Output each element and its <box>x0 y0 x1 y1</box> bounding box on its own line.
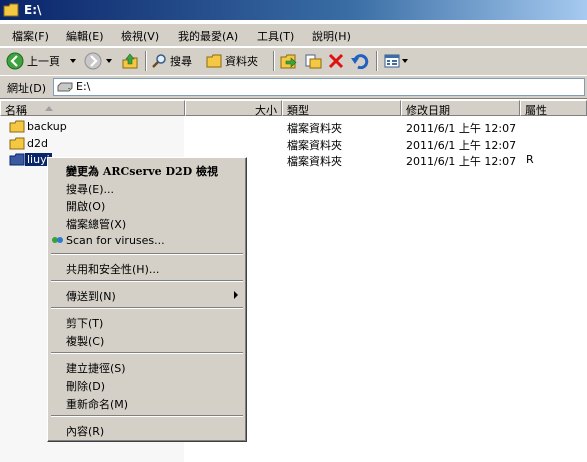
chevron-down-icon <box>70 59 76 63</box>
chevron-down-icon <box>402 59 408 63</box>
menu-separator <box>51 415 243 417</box>
menu-item-scan-viruses[interactable]: Scan for viruses... <box>66 234 165 247</box>
search-label: 搜尋 <box>170 55 192 68</box>
file-type: 檔案資料夾 <box>287 155 342 168</box>
move-to-button[interactable] <box>280 51 298 71</box>
move-to-folder-icon <box>280 54 297 69</box>
forward-arrow-icon <box>84 52 102 70</box>
menu-item-d2d-view[interactable]: 變更為 ARCserve D2D 檢視 <box>66 163 218 179</box>
views-button[interactable] <box>384 51 408 71</box>
file-modified: 2011/6/1 上午 12:07 <box>406 155 517 168</box>
menu-item-sharing[interactable]: 共用和安全性(H)... <box>66 261 159 277</box>
file-modified: 2011/6/1 上午 12:07 <box>406 139 517 152</box>
up-folder-icon <box>122 53 138 69</box>
up-folder-button[interactable] <box>121 51 139 71</box>
toolbar-separator <box>273 51 275 71</box>
copy-to-folder-icon <box>305 54 322 69</box>
menu-item-open[interactable]: 開啟(O) <box>66 198 105 214</box>
file-name: d2d <box>27 137 48 150</box>
column-header-size[interactable]: 大小 <box>185 100 282 117</box>
menu-view[interactable]: 檢視(V) <box>121 28 159 44</box>
context-menu: 變更為 ARCserve D2D 檢視 搜尋(E)... 開啟(O) 檔案總管(… <box>47 157 247 442</box>
search-icon <box>152 54 166 68</box>
column-modified-label: 修改日期 <box>406 104 450 117</box>
toolbar: 上一頁 搜尋 資料夾 <box>0 47 587 76</box>
drive-icon <box>57 82 73 92</box>
menu-separator <box>51 307 243 309</box>
undo-button[interactable] <box>351 51 369 71</box>
views-icon <box>384 54 400 68</box>
menu-item-rename[interactable]: 重新命名(M) <box>66 396 128 412</box>
undo-icon <box>351 54 369 69</box>
back-label: 上一頁 <box>27 55 60 68</box>
back-button[interactable]: 上一頁 <box>6 51 60 71</box>
column-size-label: 大小 <box>255 104 277 117</box>
delete-button[interactable] <box>328 51 344 71</box>
menu-item-properties[interactable]: 內容(R) <box>66 423 104 439</box>
folder-icon <box>9 153 25 166</box>
column-headers: 名稱 大小 類型 修改日期 屬性 <box>0 100 587 117</box>
column-type-label: 類型 <box>287 104 309 117</box>
address-label: 網址(D) <box>7 82 47 95</box>
column-header-modified[interactable]: 修改日期 <box>401 100 520 117</box>
file-row[interactable]: backup 檔案資料夾 2011/6/1 上午 12:07 <box>0 119 587 135</box>
menu-separator <box>51 280 243 282</box>
menu-bar: 檔案(F) 編輯(E) 檢視(V) 我的最愛(A) 工具(T) 說明(H) <box>0 24 587 47</box>
column-attributes-label: 屬性 <box>525 104 547 117</box>
folder-icon <box>3 3 19 17</box>
window-title: E:\ <box>24 3 42 17</box>
toolbar-separator <box>376 51 378 71</box>
address-input[interactable]: E:\ <box>53 78 585 96</box>
menu-item-explore[interactable]: 檔案總管(X) <box>66 216 126 232</box>
address-bar: 網址(D) E:\ <box>0 75 587 99</box>
column-header-type[interactable]: 類型 <box>282 100 401 117</box>
menu-file[interactable]: 檔案(F) <box>12 28 49 44</box>
menu-item-create-shortcut[interactable]: 建立捷徑(S) <box>66 360 126 376</box>
menu-help[interactable]: 說明(H) <box>312 28 351 44</box>
menu-edit[interactable]: 編輯(E) <box>66 28 104 44</box>
folder-icon <box>9 120 25 133</box>
file-name: backup <box>27 120 67 133</box>
menu-tools[interactable]: 工具(T) <box>257 28 294 44</box>
copy-to-button[interactable] <box>304 51 322 71</box>
toolbar-separator <box>145 51 147 71</box>
sort-ascending-icon <box>45 106 53 111</box>
menu-favorites[interactable]: 我的最愛(A) <box>178 28 238 44</box>
menu-item-copy[interactable]: 複製(C) <box>66 333 104 349</box>
column-header-attributes[interactable]: 屬性 <box>520 100 587 117</box>
column-header-name[interactable]: 名稱 <box>0 100 185 117</box>
menu-item-send-to[interactable]: 傳送到(N) <box>66 288 116 304</box>
search-button[interactable]: 搜尋 <box>151 51 192 71</box>
folder-icon <box>206 54 222 68</box>
forward-dropdown[interactable] <box>106 51 112 71</box>
back-arrow-icon <box>6 52 24 70</box>
chevron-down-icon <box>106 59 112 63</box>
title-bar: E:\ <box>0 0 587 20</box>
folders-label: 資料夾 <box>225 55 258 68</box>
address-value: E:\ <box>76 80 91 93</box>
folder-icon <box>9 137 25 150</box>
menu-item-cut[interactable]: 剪下(T) <box>66 315 103 331</box>
back-dropdown[interactable] <box>70 51 76 71</box>
file-type: 檔案資料夾 <box>287 139 342 152</box>
file-modified: 2011/6/1 上午 12:07 <box>406 122 517 135</box>
file-type: 檔案資料夾 <box>287 122 342 135</box>
submenu-arrow-icon <box>234 291 238 299</box>
menu-separator <box>51 352 243 354</box>
delete-x-icon <box>328 53 344 69</box>
menu-item-search[interactable]: 搜尋(E)... <box>66 181 114 197</box>
menu-item-delete[interactable]: 刪除(D) <box>66 378 105 394</box>
file-attributes: R <box>526 153 534 166</box>
antivirus-icon <box>52 237 63 243</box>
forward-button[interactable] <box>84 51 102 71</box>
menu-separator <box>51 253 243 255</box>
file-row[interactable]: d2d 檔案資料夾 2011/6/1 上午 12:07 <box>0 136 587 152</box>
folders-button[interactable]: 資料夾 <box>206 51 258 71</box>
